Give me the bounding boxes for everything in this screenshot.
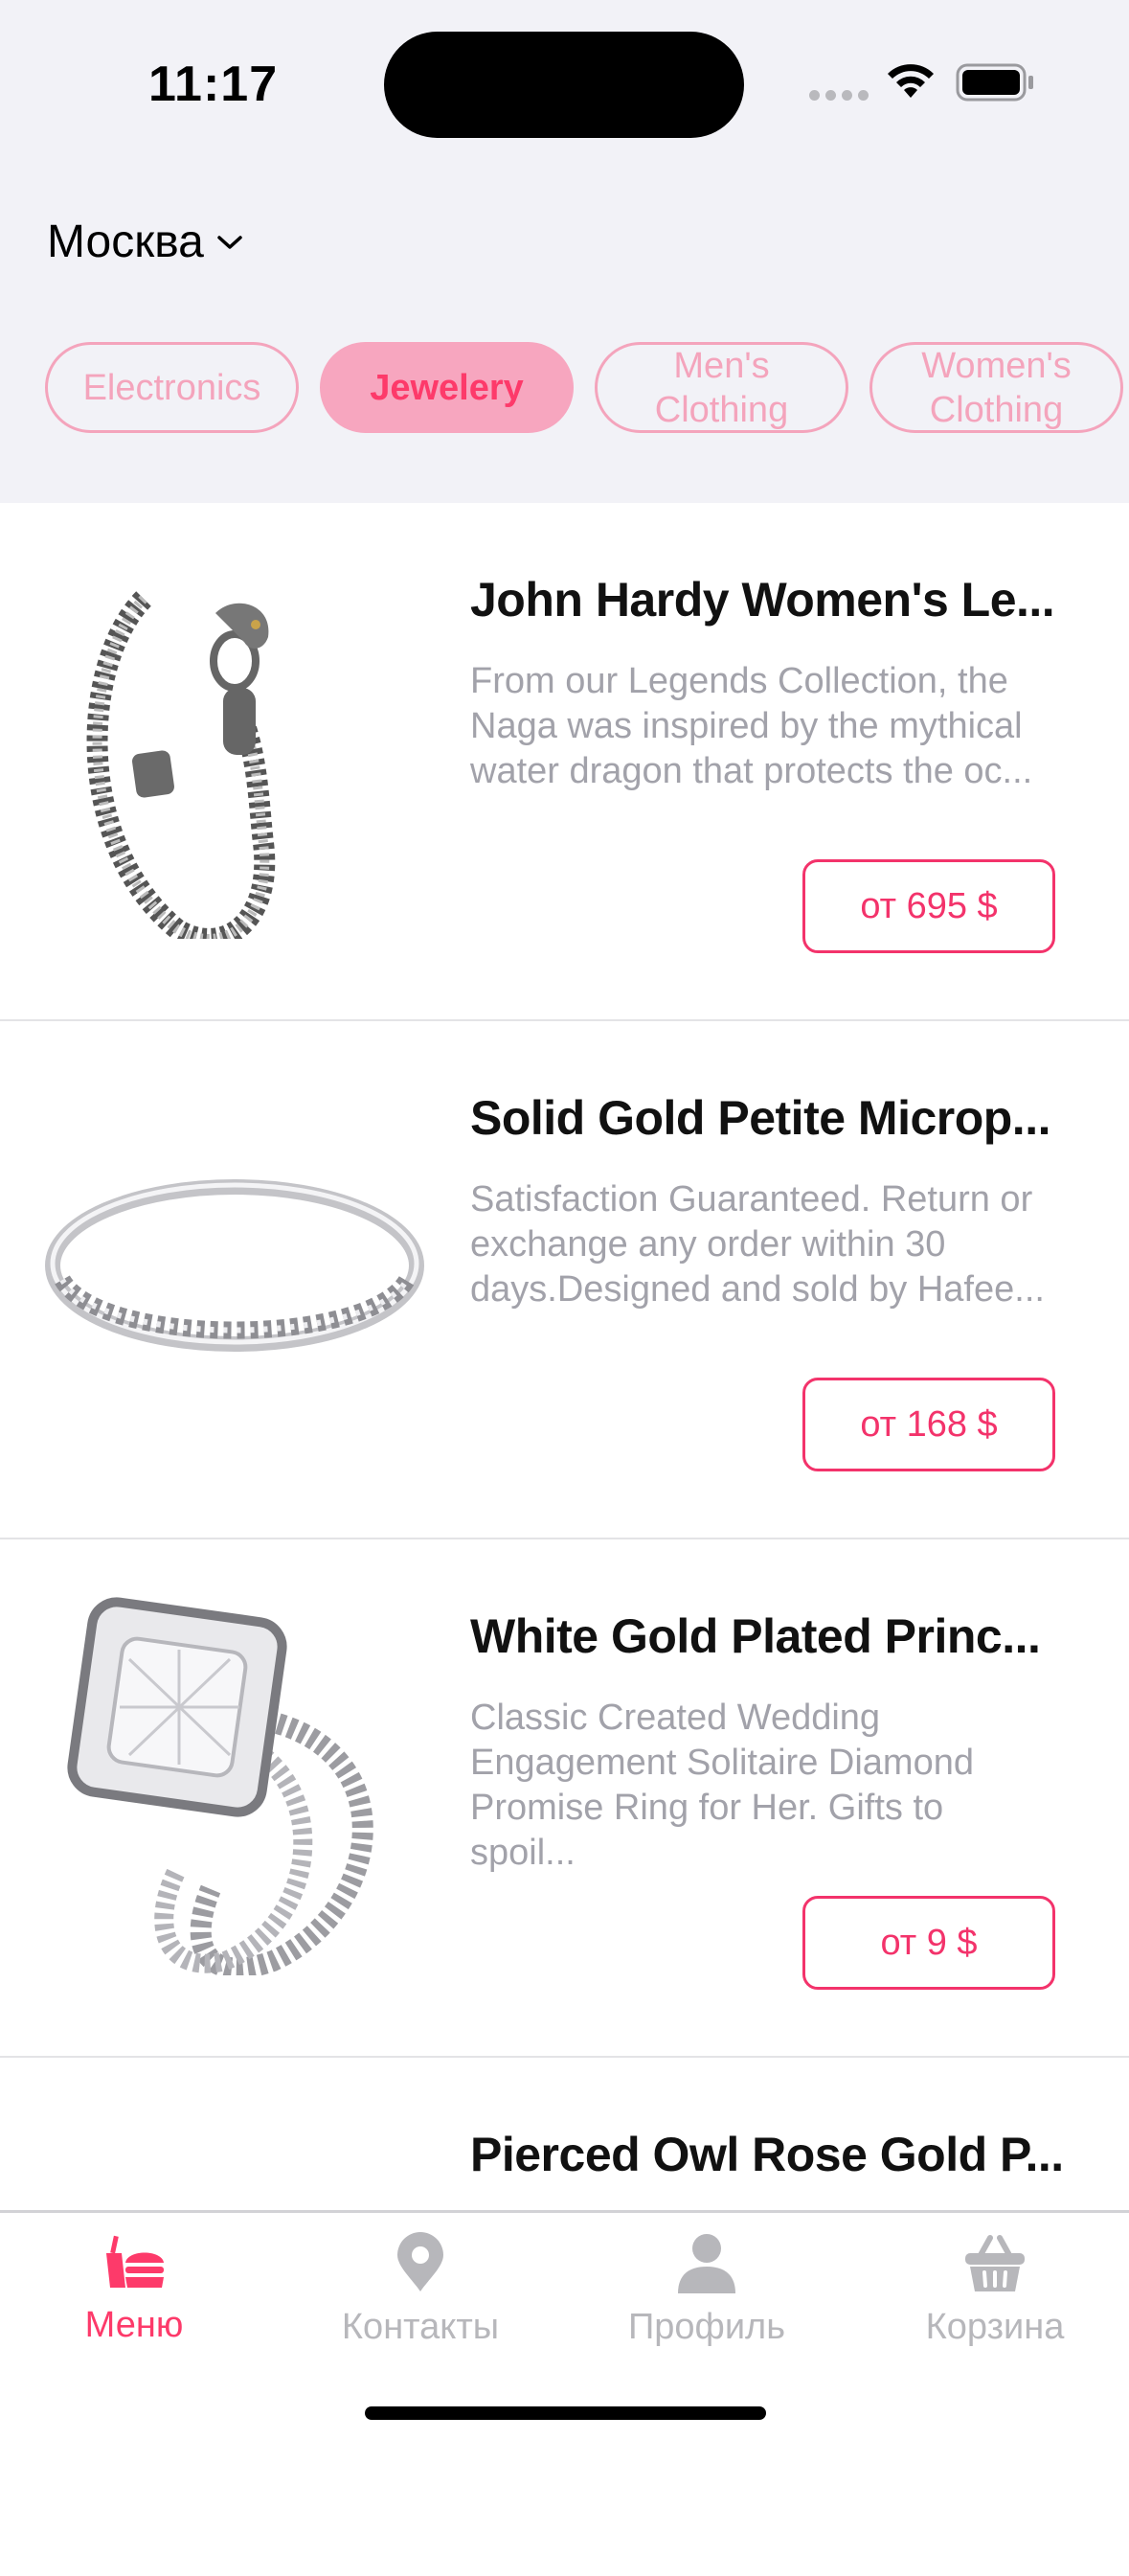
category-chip-womens-clothing[interactable]: Women's Clothing [869,342,1123,433]
home-indicator [365,2406,766,2420]
chip-label: Women's Clothing [921,345,1072,430]
tab-contacts[interactable]: Контакты [286,2232,554,2348]
product-description: Satisfaction Guaranteed. Return or excha… [470,1179,1045,1310]
status-time: 11:17 [148,57,279,112]
food-icon [106,2235,164,2288]
tab-label: Меню [84,2305,184,2345]
product-title: Pierced Owl Rose Gold P... [470,2128,1064,2181]
product-image-ring [45,1179,424,1352]
cellular-signal-icon [809,90,869,101]
chevron-down-icon [217,235,242,249]
price-button[interactable]: от 695 $ [802,859,1055,953]
product-description: Classic Created Wedding Engagement Solit… [470,1698,974,1873]
product-card[interactable]: Solid Gold Petite Microp... Satisfaction… [0,1021,1129,1539]
product-card[interactable]: John Hardy Women's Le... From our Legend… [0,503,1129,1021]
product-title: Solid Gold Petite Microp... [470,1091,1050,1145]
tab-cart[interactable]: Корзина [861,2232,1129,2348]
tab-label: Контакты [341,2307,500,2347]
wifi-icon [888,64,934,98]
product-card[interactable]: White Gold Plated Princ... Classic Creat… [0,1539,1129,2058]
tab-label: Профиль [627,2307,786,2347]
product-title: White Gold Plated Princ... [470,1609,1041,1663]
dynamic-island [384,32,744,138]
category-chips: Electronics Jewelery Men's Clothing Wome… [45,342,1123,433]
category-chip-jewelery[interactable]: Jewelery [320,342,574,433]
price-button[interactable]: от 9 $ [802,1896,1055,1990]
product-description: From our Legends Collection, the Naga wa… [470,661,1033,791]
battery-icon [956,63,1033,102]
price-button[interactable]: от 168 $ [802,1378,1055,1471]
product-image-diamond-ring [67,1597,373,1975]
basket-icon [965,2235,1025,2291]
category-chip-electronics[interactable]: Electronics [45,342,299,433]
chip-label: Men's Clothing [654,345,789,430]
product-image-bracelet [86,591,276,939]
city-label: Москва [47,217,204,267]
city-selector[interactable]: Москва [47,216,244,268]
tab-menu[interactable]: Меню [0,2232,268,2346]
tab-profile[interactable]: Профиль [573,2232,841,2348]
category-chip-mens-clothing[interactable]: Men's Clothing [595,342,848,433]
tab-label: Корзина [925,2307,1065,2347]
product-title: John Hardy Women's Le... [470,573,1055,627]
location-pin-icon [397,2232,443,2291]
person-icon [678,2234,735,2293]
